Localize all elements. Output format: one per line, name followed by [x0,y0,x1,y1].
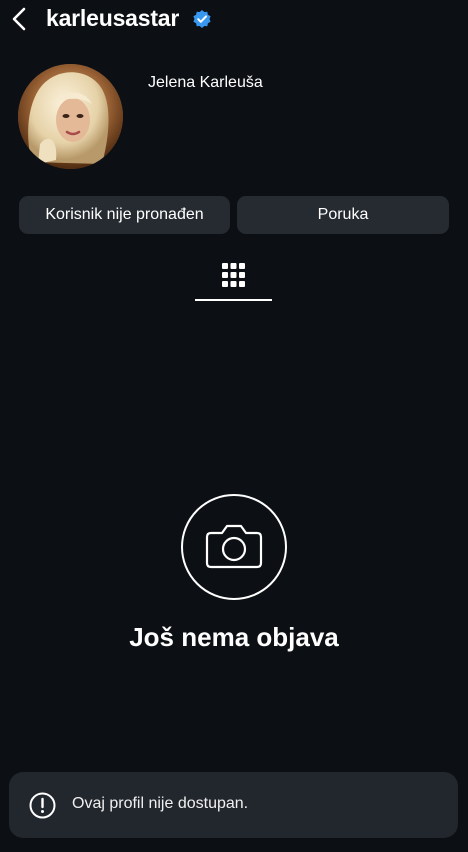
camera-icon [205,524,263,569]
profile-unavailable-toast: Ovaj profil nije dostupan. [9,772,458,838]
profile-avatar[interactable] [18,64,123,169]
grid-icon [222,263,245,287]
exclamation-circle-icon [29,792,56,819]
back-button[interactable] [8,4,30,34]
chevron-left-icon [12,7,26,31]
verified-badge-icon [193,10,211,28]
profile-username: karleusastar [46,5,180,31]
camera-circle [181,494,287,600]
empty-state-title: Još nema objava [129,622,339,652]
tab-active-indicator [195,299,272,301]
tab-posts-grid[interactable] [195,258,272,301]
profile-display-name: Jelena Karleuša [148,74,263,91]
profile-photo-image [18,64,123,169]
profile-header: karleusastar [0,0,468,40]
message-button[interactable]: Poruka [237,196,449,234]
toast-message: Ovaj profil nije dostupan. [72,795,249,812]
user-not-found-button[interactable]: Korisnik nije pronađen [19,196,230,234]
